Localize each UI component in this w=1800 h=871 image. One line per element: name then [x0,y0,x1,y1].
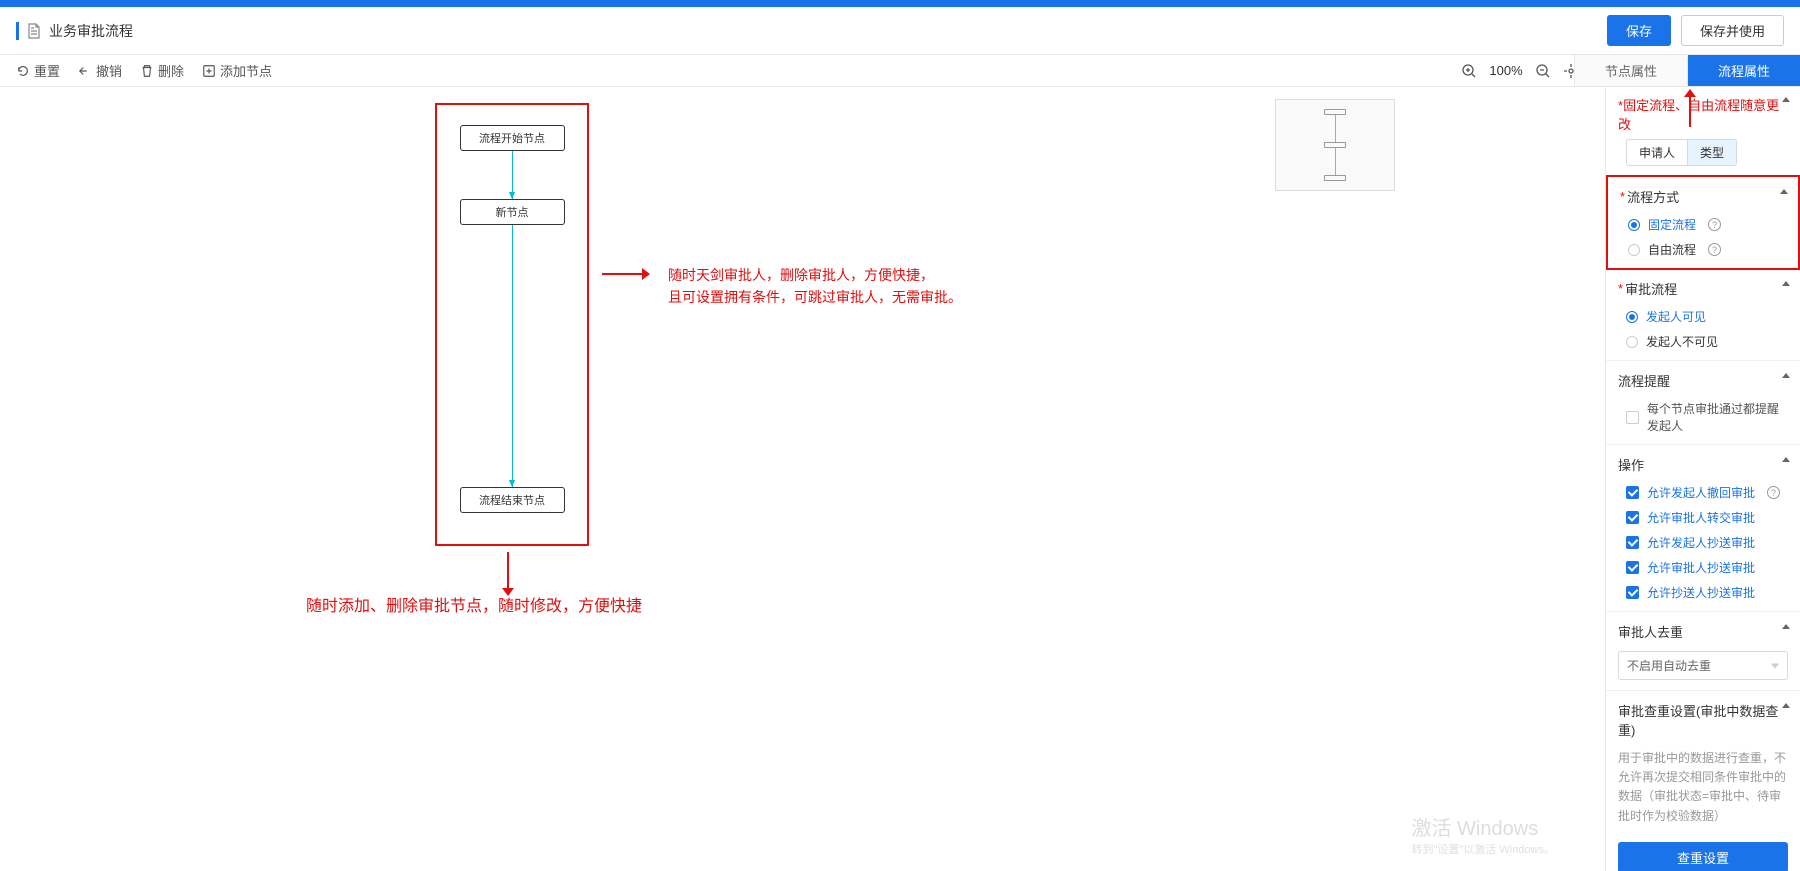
checkbox-label: 允许审批人抄送审批 [1647,559,1755,576]
radio-visible[interactable]: 发起人可见 [1618,308,1788,325]
radio-fixed-flow[interactable]: 固定流程 ? [1620,216,1786,233]
page-title: 业务审批流程 [49,21,133,41]
toolbar: 重置 撤销 删除 添加节点 100% 节点属性 流程属性 [0,55,1800,87]
checkbox-label: 允许发起人抄送审批 [1647,534,1755,551]
collapse-icon[interactable] [1782,97,1790,102]
help-icon[interactable]: ? [1708,243,1721,256]
checkbox-icon [1626,536,1639,549]
radio-icon [1626,336,1638,348]
radio-icon [1626,311,1638,323]
checkbox-op5[interactable]: 允许抄送人抄送审批 [1618,584,1788,601]
flow-arrow-icon [512,225,513,487]
dup-desc: 用于审批中的数据进行查重，不允许再次提交相同条件审批中的数据（审批状态=审批中、… [1618,749,1788,826]
delete-label: 删除 [158,61,184,80]
collapse-icon[interactable] [1782,703,1790,708]
windows-watermark: 激活 Windows 转到"设置"以激活 Windows。 [1412,812,1556,857]
checkbox-reminder[interactable]: 每个节点审批通过都提醒发起人 [1618,400,1788,434]
save-and-use-button[interactable]: 保存并使用 [1681,15,1784,46]
add-node-button[interactable]: 添加节点 [202,61,272,80]
radio-invisible[interactable]: 发起人不可见 [1618,333,1788,350]
section-reminder: 流程提醒 每个节点审批通过都提醒发起人 [1606,361,1800,445]
section-flow-mode: *流程方式 固定流程 ? 自由流程 ? [1606,175,1800,270]
section-approval-flow: *审批流程 发起人可见 发起人不可见 [1606,269,1800,361]
section-title-dup-check: 审批查重设置(审批中数据查重) [1618,701,1788,739]
minimap[interactable] [1275,99,1395,191]
checkbox-label: 允许审批人转交审批 [1647,509,1755,526]
annotation-line: 随时天剑审批人，删除审批人，方便快捷， [668,264,962,286]
reset-label: 重置 [34,61,60,80]
radio-label: 固定流程 [1648,216,1696,233]
radio-free-flow[interactable]: 自由流程 ? [1620,241,1786,258]
checkbox-op4[interactable]: 允许审批人抄送审批 [1618,559,1788,576]
add-node-label: 添加节点 [220,61,272,80]
section-operations: 操作 允许发起人撤回审批 ? 允许审批人转交审批 允许发起人抄送审批 [1606,445,1800,612]
checkbox-op2[interactable]: 允许审批人转交审批 [1618,509,1788,526]
checkbox-icon [1626,511,1639,524]
flow-new-node[interactable]: 新节点 [460,199,565,225]
zoom-value: 100% [1488,63,1524,78]
undo-button[interactable]: 撤销 [78,61,122,80]
collapse-icon[interactable] [1782,373,1790,378]
flow-diagram-highlight: 流程开始节点 新节点 流程结束节点 [435,103,589,546]
annotation-arrow-right-icon [600,265,650,286]
checkbox-icon [1626,486,1639,499]
zoom-in-icon[interactable] [1460,62,1478,80]
title-accent [16,22,19,40]
checkbox-icon [1626,411,1639,424]
collapse-icon[interactable] [1782,281,1790,286]
undo-label: 撤销 [96,61,122,80]
watermark-sub: 转到"设置"以激活 Windows。 [1412,841,1556,857]
section-dup-check: 审批查重设置(审批中数据查重) 用于审批中的数据进行查重，不允许再次提交相同条件… [1606,691,1800,871]
radio-label: 发起人可见 [1646,308,1706,325]
annotation-line: 且可设置拥有条件，可跳过审批人，无需审批。 [668,286,962,308]
checkbox-label: 每个节点审批通过都提醒发起人 [1647,400,1788,434]
section-title-approval: 审批流程 [1625,279,1677,298]
checkbox-label: 允许发起人撤回审批 [1647,484,1755,501]
zoom-out-icon[interactable] [1534,62,1552,80]
basic-type-pills: 申请人 类型 [1626,139,1737,166]
reset-button[interactable]: 重置 [16,61,60,80]
dup-settings-button[interactable]: 查重设置 [1618,842,1788,871]
section-title-ops: 操作 [1618,455,1644,474]
help-icon[interactable]: ? [1708,218,1721,231]
annotation-text-2: 随时添加、删除审批节点，随时修改，方便快捷 [306,592,642,616]
pill-applicant[interactable]: 申请人 [1627,140,1687,165]
pill-type[interactable]: 类型 [1687,140,1736,165]
flow-end-node[interactable]: 流程结束节点 [460,487,565,513]
tab-node-attributes[interactable]: 节点属性 [1574,55,1687,86]
section-dedup: 审批人去重 不启用自动去重 [1606,612,1800,691]
header: 业务审批流程 保存 保存并使用 [0,7,1800,55]
properties-panel: *固定流程、自由流程随意更改 申请人 类型 *流程方式 固定流程 ? [1605,87,1800,871]
checkbox-op1[interactable]: 允许发起人撤回审批 ? [1618,484,1788,501]
flow-start-node[interactable]: 流程开始节点 [460,125,565,151]
tab-flow-attributes[interactable]: 流程属性 [1687,55,1800,86]
radio-label: 发起人不可见 [1646,333,1718,350]
document-icon [27,23,41,39]
radio-icon [1628,219,1640,231]
delete-button[interactable]: 删除 [140,61,184,80]
flow-canvas[interactable]: 流程开始节点 新节点 流程结束节点 随时天剑审批人，删除审批人，方便快捷， 且可… [0,87,1605,871]
mini-node [1324,175,1346,181]
section-title-dedup: 审批人去重 [1618,622,1683,641]
radio-label: 自由流程 [1648,241,1696,258]
collapse-icon[interactable] [1780,189,1788,194]
section-title-reminder: 流程提醒 [1618,371,1670,390]
save-button[interactable]: 保存 [1607,15,1671,46]
checkbox-icon [1626,586,1639,599]
checkbox-label: 允许抄送人抄送审批 [1647,584,1755,601]
section-title-flow-mode: 流程方式 [1627,187,1679,206]
collapse-icon[interactable] [1782,624,1790,629]
checkbox-op3[interactable]: 允许发起人抄送审批 [1618,534,1788,551]
help-icon[interactable]: ? [1767,486,1780,499]
dedup-select[interactable]: 不启用自动去重 [1618,651,1788,680]
flow-arrow-icon [512,151,513,199]
annotation-text-1: 随时天剑审批人，删除审批人，方便快捷， 且可设置拥有条件，可跳过审批人，无需审批… [668,264,962,309]
radio-icon [1628,244,1640,256]
mini-line [1335,115,1336,142]
collapse-icon[interactable] [1782,457,1790,462]
checkbox-icon [1626,561,1639,574]
watermark-title: 激活 Windows [1412,818,1539,840]
mini-line [1335,148,1336,175]
